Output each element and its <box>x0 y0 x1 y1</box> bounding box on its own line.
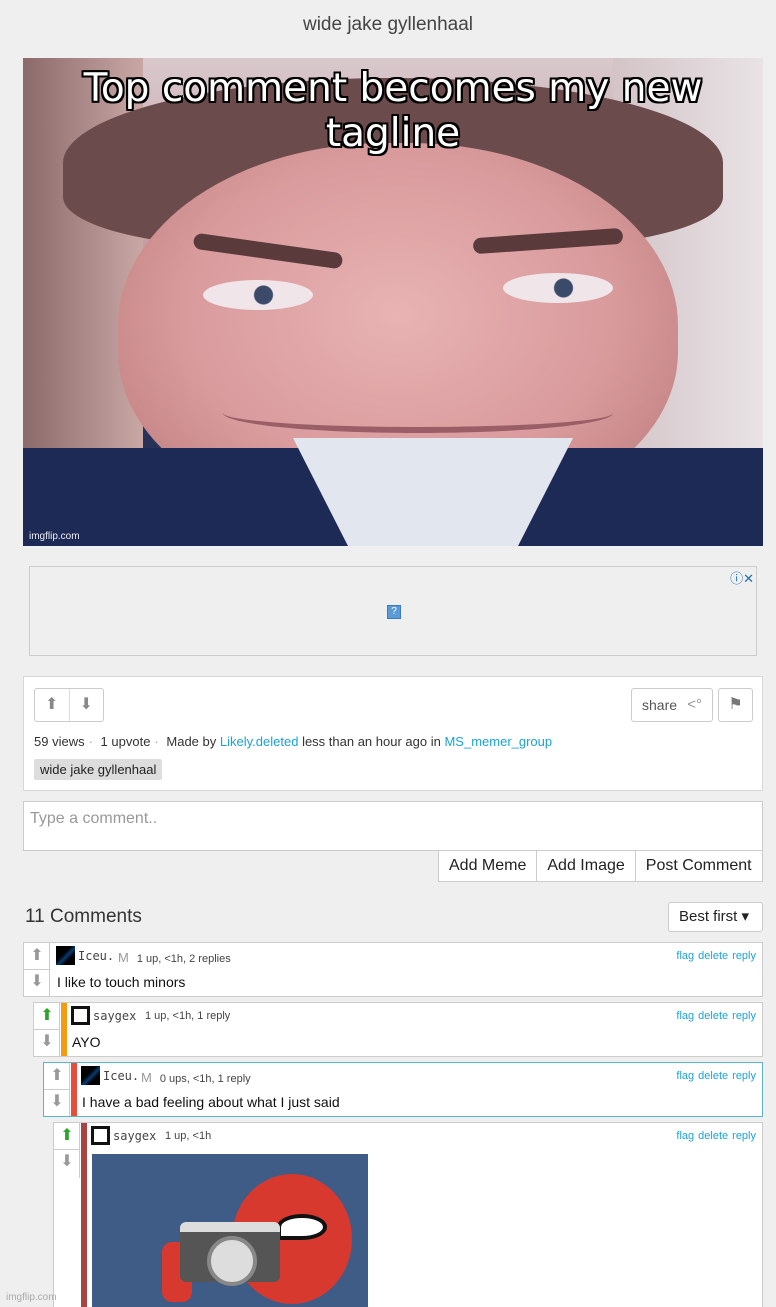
upvote-arrow-icon[interactable]: ⬆ <box>24 945 50 965</box>
comment-actions: flag delete reply <box>672 1070 756 1082</box>
delete-link[interactable]: delete <box>698 1130 728 1142</box>
post-comment-button[interactable]: Post Comment <box>634 851 762 881</box>
downvote-arrow-icon[interactable]: ⬇ <box>68 689 104 721</box>
page-title: wide jake gyllenhaal <box>302 14 474 35</box>
comment-info: 0 ups, <1h, 1 reply <box>159 1073 251 1085</box>
comment-info: 1 up, <1h <box>165 1130 212 1142</box>
upvote-count: 1 upvote <box>100 734 151 749</box>
delete-link[interactable]: delete <box>698 1070 728 1082</box>
post-tag[interactable]: wide jake gyllenhaal <box>34 759 163 780</box>
mod-badge: M <box>141 1070 152 1085</box>
camera-lens <box>207 1236 257 1286</box>
meme-image[interactable]: Top comment becomes my new tagline imgfl… <box>23 58 763 546</box>
comment-info: 1 up, <1h, 2 replies <box>136 953 231 965</box>
share-label: share <box>642 697 678 713</box>
thread-bar <box>71 1063 77 1116</box>
flag-link[interactable]: flag <box>676 1130 694 1142</box>
avatar[interactable] <box>91 1126 110 1145</box>
comment-actions: flag delete reply <box>672 950 756 962</box>
made-by-label: Made by <box>166 734 217 749</box>
comment-input[interactable]: Type a comment.. <box>23 801 763 851</box>
meme-left-eye <box>203 280 313 310</box>
downvote-arrow-icon[interactable]: ⬇ <box>24 971 50 991</box>
post-meta: 59 views · 1 upvote · Made by Likely.delet… <box>34 734 553 749</box>
upvote-arrow-icon[interactable]: ⬆ <box>54 1125 80 1145</box>
reply-link[interactable]: reply <box>732 1070 756 1082</box>
downvote-arrow-icon[interactable]: ⬇ <box>34 1031 60 1051</box>
meme-caption: Top comment becomes my new tagline <box>83 66 703 156</box>
thread-bar <box>61 1003 67 1056</box>
add-image-button[interactable]: Add Image <box>536 851 634 881</box>
comment-actions: flag delete reply <box>672 1010 756 1022</box>
thread-bar <box>81 1123 87 1307</box>
reply-link[interactable]: reply <box>732 950 756 962</box>
spiderman-eye <box>277 1214 327 1240</box>
reply-link[interactable]: reply <box>732 1130 756 1142</box>
ad-banner[interactable]: ⓘ✕ ? <box>29 566 757 656</box>
upvote-arrow-icon[interactable]: ⬆ <box>44 1065 70 1085</box>
flag-link[interactable]: flag <box>676 950 694 962</box>
avatar[interactable] <box>71 1006 90 1025</box>
flag-button[interactable]: ⚑ <box>718 688 753 722</box>
flag-link[interactable]: flag <box>676 1070 694 1082</box>
views-count: 59 views <box>34 734 85 749</box>
meme-mouth <box>223 393 613 433</box>
comment-username[interactable]: saygex <box>113 1129 156 1143</box>
comment-username[interactable]: saygex <box>93 1009 136 1023</box>
footer-watermark: imgflip.com <box>6 1292 57 1303</box>
post-info-panel: ⬆ ⬇ share <° ⚑ 59 views · 1 upvote · Made … <box>23 676 763 791</box>
upvote-arrow-icon[interactable]: ⬆ <box>34 1005 60 1025</box>
mod-badge: M <box>118 950 129 965</box>
comment-3: ⬆ ⬇ Iceu. M 0 ups, <1h, 1 reply flag delet… <box>43 1062 763 1117</box>
reply-link[interactable]: reply <box>732 1010 756 1022</box>
comment-count: 11 Comments <box>25 906 142 927</box>
meme-right-eye <box>503 273 613 303</box>
post-vote-box: ⬆ ⬇ <box>34 688 104 722</box>
ad-close-icon[interactable]: ⓘ✕ <box>730 568 754 587</box>
time-text: less than an hour ago in <box>302 734 441 749</box>
share-button[interactable]: share <° <box>631 688 713 722</box>
flag-link[interactable]: flag <box>676 1010 694 1022</box>
comment-image-spiderman[interactable] <box>92 1154 368 1307</box>
comment-actions: Add Meme Add Image Post Comment <box>438 850 763 882</box>
avatar[interactable] <box>81 1066 100 1085</box>
ad-placeholder-icon: ? <box>387 605 401 619</box>
sort-dropdown[interactable]: Best first ▾ <box>668 902 763 932</box>
avatar[interactable] <box>56 946 75 965</box>
comment-text: AYO <box>72 1034 101 1050</box>
comment-actions: flag delete reply <box>672 1130 756 1142</box>
comment-text: I have a bad feeling about what I just s… <box>82 1094 340 1110</box>
comment-1: ⬆ ⬇ Iceu. M 1 up, <1h, 2 replies flag dele… <box>23 942 763 997</box>
downvote-arrow-icon[interactable]: ⬇ <box>54 1151 80 1171</box>
comment-info: 1 up, <1h, 1 reply <box>145 1010 231 1022</box>
delete-link[interactable]: delete <box>698 1010 728 1022</box>
comment-text: I like to touch minors <box>57 974 186 990</box>
author-link[interactable]: Likely.deleted <box>220 734 299 749</box>
comment-username[interactable]: Iceu. <box>78 949 114 963</box>
upvote-arrow-icon[interactable]: ⬆ <box>35 689 69 721</box>
comment-2: ⬆ ⬇ saygex 1 up, <1h, 1 reply flag delete… <box>33 1002 763 1057</box>
share-icon: <° <box>687 696 702 713</box>
delete-link[interactable]: delete <box>698 950 728 962</box>
comment-username[interactable]: Iceu. <box>103 1069 139 1083</box>
downvote-arrow-icon[interactable]: ⬇ <box>44 1091 70 1111</box>
meme-watermark: imgflip.com <box>29 531 80 542</box>
flag-icon: ⚑ <box>728 696 743 713</box>
add-meme-button[interactable]: Add Meme <box>439 851 536 881</box>
group-link[interactable]: MS_memer_group <box>444 734 552 749</box>
